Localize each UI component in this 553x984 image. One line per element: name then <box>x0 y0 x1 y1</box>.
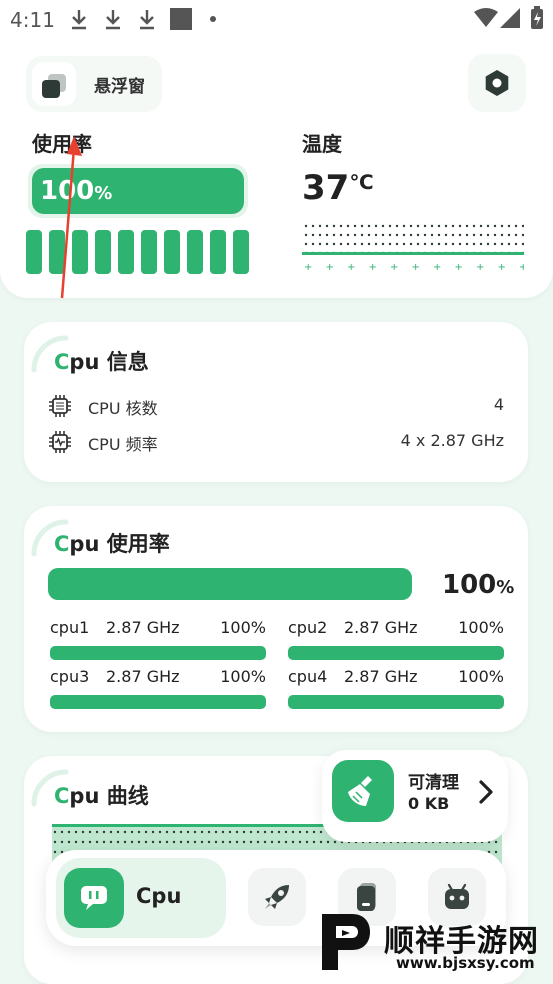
nav-tab-boost[interactable] <box>248 868 306 926</box>
svg-text:+: + <box>433 262 441 273</box>
core-usage-item: cpu2 2.87 GHz 100% <box>288 618 504 668</box>
core-percent: 100% <box>458 667 504 686</box>
more-notifications-dot-icon <box>210 16 216 22</box>
svg-text:+: + <box>455 262 463 273</box>
core-percent: 100% <box>458 618 504 637</box>
download-icon <box>138 8 156 30</box>
wifi-icon <box>474 8 498 27</box>
core-usage-bar-fill <box>288 646 504 660</box>
core-name: cpu2 <box>288 618 328 637</box>
core-frequency: 2.87 GHz <box>106 618 180 637</box>
core-name: cpu4 <box>288 667 328 686</box>
cpu-frequency-row: CPU 频率 4 x 2.87 GHz <box>48 428 504 456</box>
nav-tab-cpu[interactable]: Cpu <box>56 858 226 938</box>
rocket-icon <box>265 885 289 909</box>
svg-text:+: + <box>476 262 484 273</box>
usage-history-bar <box>141 230 157 274</box>
cpu-frequency-label: CPU 频率 <box>88 435 158 454</box>
usage-history-bar <box>187 230 203 274</box>
svg-text:+: + <box>519 262 524 273</box>
usage-history-bar <box>164 230 180 274</box>
notification-square-icon <box>170 8 192 30</box>
svg-text:+: + <box>390 262 398 273</box>
svg-text:+: + <box>304 262 312 273</box>
core-usage-bar <box>288 695 504 709</box>
cpu-info-title: Cpu 信息 <box>54 350 149 374</box>
battery-charging-icon <box>531 6 543 29</box>
float-window-button[interactable]: 悬浮窗 <box>26 56 162 112</box>
chevron-right-icon <box>479 780 493 804</box>
cpu-usage-title: Cpu 使用率 <box>54 532 170 556</box>
nav-tab-cpu-label: Cpu <box>136 884 182 908</box>
svg-text:+: + <box>326 262 334 273</box>
usage-history-bar <box>95 230 111 274</box>
core-frequency: 2.87 GHz <box>106 667 180 686</box>
temperature-value: 37℃ <box>302 168 374 208</box>
temperature-heading: 温度 <box>302 132 342 156</box>
cpu-curve-title: Cpu 曲线 <box>54 784 149 808</box>
annotation-arrow <box>60 136 82 299</box>
cpu-cores-label: CPU 核数 <box>88 399 158 418</box>
watermark: 顺祥手游网 www.bjsxsy.com <box>310 900 553 984</box>
status-bar: 4:11 <box>0 0 553 40</box>
settings-hexagon-icon <box>485 70 509 96</box>
core-usage-bar <box>50 695 266 709</box>
cpu-icon <box>64 868 124 928</box>
watermark-url: www.bjsxsy.com <box>396 954 535 972</box>
usage-history-bar <box>118 230 134 274</box>
core-usage-bar <box>288 646 504 660</box>
cpu-usage-card: Cpu 使用率 100% cpu1 2.87 GHz 100% cpu2 2.8… <box>24 506 528 732</box>
clean-popup-title: 可清理 <box>408 773 459 793</box>
total-usage-value: 100% <box>442 570 515 600</box>
float-window-label: 悬浮窗 <box>94 77 145 97</box>
status-time: 4:11 <box>10 8 55 32</box>
cpu-frequency-value: 4 x 2.87 GHz <box>400 431 504 450</box>
usage-history-bar <box>26 230 42 274</box>
core-frequency: 2.87 GHz <box>344 618 418 637</box>
core-usage-item: cpu1 2.87 GHz 100% <box>50 618 266 668</box>
core-usage-bar <box>50 646 266 660</box>
core-usage-item: cpu3 2.87 GHz 100% <box>50 667 266 717</box>
svg-text:+: + <box>498 262 506 273</box>
core-usage-bar-fill <box>50 695 266 709</box>
total-usage-bar <box>48 568 412 600</box>
total-usage-bar-fill <box>48 568 412 600</box>
signal-icon <box>500 8 520 28</box>
float-window-icon <box>32 62 76 106</box>
clean-popup-size: 0 KB <box>408 794 450 813</box>
watermark-logo <box>322 914 370 970</box>
usage-history-bar <box>233 230 249 274</box>
svg-text:+: + <box>369 262 377 273</box>
download-icon <box>104 8 122 30</box>
settings-button[interactable] <box>468 54 526 112</box>
svg-text:+: + <box>347 262 355 273</box>
core-percent: 100% <box>220 618 266 637</box>
frequency-icon <box>49 431 71 453</box>
usage-history-bar <box>210 230 226 274</box>
svg-text:+: + <box>412 262 420 273</box>
core-usage-bar-fill <box>288 695 504 709</box>
clean-popup[interactable]: 可清理 0 KB <box>322 750 508 842</box>
core-name: cpu3 <box>50 667 90 686</box>
download-icon <box>70 8 88 30</box>
core-frequency: 2.87 GHz <box>344 667 418 686</box>
cpu-cores-value: 4 <box>493 395 504 414</box>
cpu-info-card: Cpu 信息 CPU 核数 4 CPU 频率 4 x 2.87 GHz <box>24 322 528 482</box>
core-name: cpu1 <box>50 618 90 637</box>
core-percent: 100% <box>220 667 266 686</box>
core-usage-bar-fill <box>50 646 266 660</box>
core-usage-item: cpu4 2.87 GHz 100% <box>288 667 504 717</box>
cpu-cores-row: CPU 核数 4 <box>48 392 504 420</box>
chip-icon <box>49 395 71 417</box>
temperature-graph: + + + + + + + + + + + <box>302 224 524 273</box>
broom-icon <box>332 760 394 822</box>
